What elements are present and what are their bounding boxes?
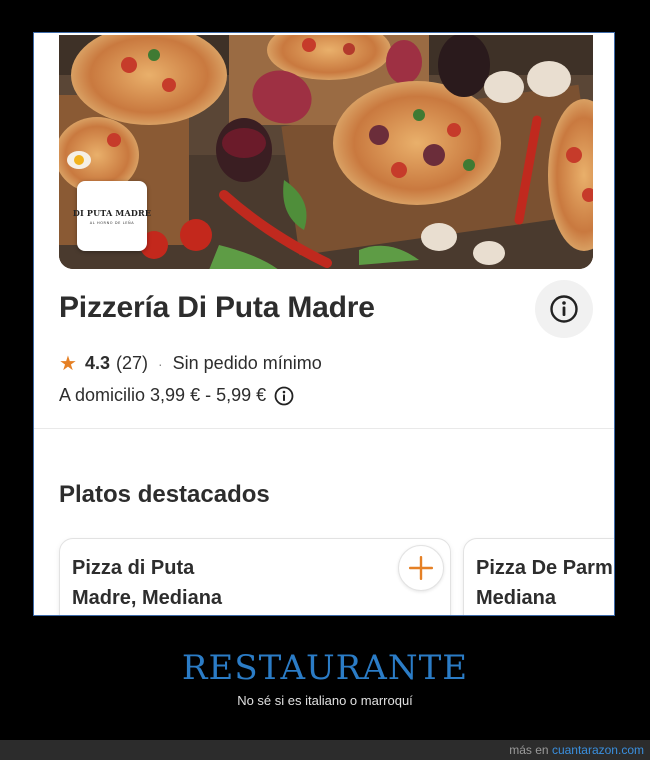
meme-caption: RESTAURANTE [181, 648, 469, 688]
dish-name: Pizza De Parm Mediana [476, 557, 613, 609]
star-icon: ★ [59, 352, 77, 375]
info-icon [550, 295, 578, 323]
review-count: (27) [115, 353, 148, 373]
delivery-fee-text: A domicilio 3,99 € - 5,99 € [59, 385, 267, 405]
restaurant-name: Pizzería Di Puta Madre [59, 291, 375, 324]
footer-site-link[interactable]: cuantarazon.com [552, 743, 644, 757]
min-order-text: Sin pedido mínimo [172, 353, 322, 373]
add-dish-button[interactable] [398, 545, 444, 591]
separator-dot: · [157, 355, 163, 372]
delivery-row: A domicilio 3,99 € - 5,99 € [59, 385, 294, 406]
restaurant-logo: DI PUTA MADRE AL HORNO DE LEÑA [73, 181, 151, 251]
rating-value: 4.3 [84, 353, 110, 373]
logo-tagline: AL HORNO DE LEÑA [89, 220, 135, 225]
plus-icon [409, 556, 433, 580]
delivery-info-icon[interactable] [274, 386, 294, 406]
footer-credit: más en cuantarazon.com [509, 743, 644, 757]
section-divider [34, 428, 614, 429]
featured-section-title: Platos destacados [59, 481, 270, 508]
footer-prefix: más en [509, 743, 549, 757]
dish-name: Pizza di Puta Madre, Mediana [72, 557, 223, 609]
rating-row: ★ 4.3 (27) · Sin pedido mínimo [59, 353, 322, 374]
logo-name: DI PUTA MADRE [72, 207, 152, 218]
dish-card[interactable]: Pizza De Parm Mediana [463, 538, 614, 615]
dish-card[interactable]: Pizza di Puta Madre, Mediana [59, 538, 451, 615]
meme-subcaption: No sé si es italiano o marroquí [237, 693, 413, 708]
app-screenshot: DI PUTA MADRE AL HORNO DE LEÑA Pizzería … [33, 32, 615, 616]
site-footer: más en cuantarazon.com [0, 740, 650, 760]
restaurant-info-button[interactable] [535, 280, 593, 338]
